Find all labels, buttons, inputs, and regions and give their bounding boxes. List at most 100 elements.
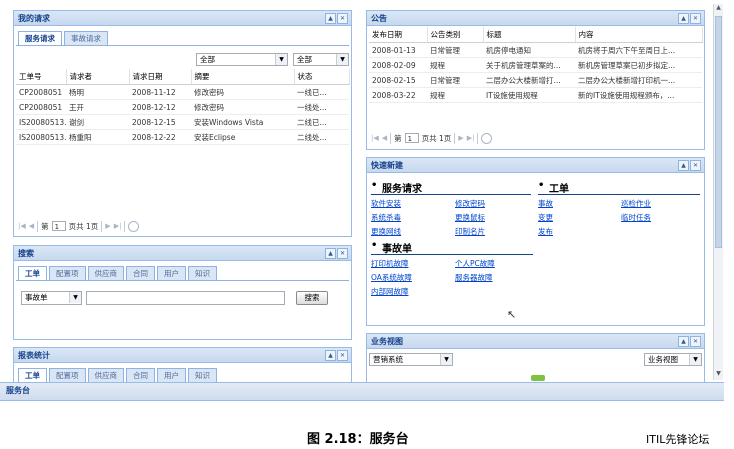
chevron-down-icon[interactable]: ▼: [689, 354, 701, 365]
business-view-panel: 业务视图 ▲ ✕ 营销系统 ▼ 业务视图 ▼: [366, 333, 705, 383]
business-system-select[interactable]: 营销系统 ▼: [369, 353, 453, 366]
page-number-input[interactable]: 1: [404, 133, 419, 143]
tab-knowledge[interactable]: 知识: [188, 266, 217, 280]
close-icon[interactable]: ✕: [690, 336, 701, 347]
column-header[interactable]: 请求日期: [129, 69, 192, 85]
search-button[interactable]: 搜索: [296, 291, 328, 305]
link-change-password[interactable]: 修改密码: [455, 198, 485, 209]
tab-supplier[interactable]: 供应商: [87, 266, 124, 280]
tab-contract[interactable]: 合同: [126, 368, 155, 382]
collapse-icon[interactable]: ▲: [678, 13, 689, 24]
collapse-icon[interactable]: ▲: [325, 13, 336, 24]
table-row[interactable]: 2008-02-15 日常管理 二层办公大楼新增打... 二层办公大楼新增打印机…: [369, 72, 702, 88]
scrollbar-thumb[interactable]: [715, 16, 722, 248]
link-replace-mouse[interactable]: 更换鼠标: [455, 212, 485, 223]
tab-knowledge[interactable]: 知识: [188, 368, 217, 382]
link-software-install[interactable]: 软件安装: [371, 198, 401, 209]
tab-supplier[interactable]: 供应商: [87, 368, 124, 382]
refresh-icon[interactable]: [481, 132, 493, 144]
column-header[interactable]: 内容: [575, 27, 703, 43]
chevron-down-icon[interactable]: ▼: [440, 354, 452, 365]
tab-ticket[interactable]: 工单: [18, 368, 47, 382]
table-row[interactable]: 2008-01-13 日常管理 机房停电通知 机房将于周六下午至周日上...: [369, 42, 702, 58]
first-page-icon[interactable]: |◀: [371, 134, 379, 142]
table-row[interactable]: IS20080513... 谢剑 2008-12-15 安装Windows Vi…: [16, 114, 349, 130]
type-filter-value: 全部: [297, 55, 312, 64]
column-header[interactable]: 状态: [294, 69, 350, 85]
link-replace-cable[interactable]: 更换网线: [371, 226, 401, 237]
close-icon[interactable]: ✕: [337, 350, 348, 361]
figure-caption: 图 2.18：服务台: [307, 432, 409, 447]
table-row[interactable]: CP2008051 杨明 2008-11-12 修改密码 一线已...: [16, 84, 349, 100]
close-icon[interactable]: ✕: [690, 13, 701, 24]
next-page-icon[interactable]: ▶: [458, 134, 463, 142]
chevron-down-icon[interactable]: ▼: [69, 292, 81, 303]
tab-service-desk[interactable]: 服务台: [6, 385, 30, 396]
column-header[interactable]: 发布日期: [369, 27, 428, 43]
link-change[interactable]: 变更: [538, 212, 553, 223]
refresh-icon[interactable]: [128, 220, 140, 232]
tab-config-item[interactable]: 配置项: [49, 368, 86, 382]
type-filter-select[interactable]: 全部 ▼: [293, 53, 349, 66]
page-number-input[interactable]: 1: [51, 221, 66, 231]
prev-page-icon[interactable]: ◀: [382, 134, 387, 142]
tab-service-request[interactable]: 服务请求: [18, 31, 62, 45]
notice-title: 关于机房管理草案的...: [483, 57, 575, 73]
chevron-down-icon[interactable]: ▼: [336, 54, 348, 65]
collapse-icon[interactable]: ▲: [325, 350, 336, 361]
search-input[interactable]: [86, 291, 285, 305]
link-temp-task[interactable]: 临时任务: [621, 212, 651, 223]
status-indicator: [531, 375, 545, 381]
last-page-icon[interactable]: ▶|: [114, 222, 122, 230]
close-icon[interactable]: ✕: [337, 248, 348, 259]
column-header[interactable]: 标题: [483, 27, 576, 43]
reports-header[interactable]: 报表统计 ▲ ✕: [14, 348, 351, 363]
table-row[interactable]: CP2008051 王开 2008-12-12 修改密码 一线处...: [16, 99, 349, 115]
quick-create-header[interactable]: 快速新建 ▲ ✕: [367, 158, 704, 173]
collapse-icon[interactable]: ▲: [678, 160, 689, 171]
tab-user[interactable]: 用户: [157, 266, 186, 280]
ticket-type-select[interactable]: 事故单 ▼: [21, 291, 82, 305]
link-inspection[interactable]: 巡检作业: [621, 198, 651, 209]
first-page-icon[interactable]: |◀: [18, 222, 26, 230]
my-requests-header[interactable]: 我的请求 ▲ ✕: [14, 11, 351, 26]
tab-contract[interactable]: 合同: [126, 266, 155, 280]
collapse-icon[interactable]: ▲: [678, 336, 689, 347]
table-row[interactable]: IS20080513... 杨重阳 2008-12-22 安装Eclipse 二…: [16, 129, 349, 145]
chevron-down-icon[interactable]: ▼: [275, 54, 287, 65]
tab-config-item[interactable]: 配置项: [49, 266, 86, 280]
column-header[interactable]: 请求者: [66, 69, 130, 85]
status-filter-select[interactable]: 全部 ▼: [196, 53, 288, 66]
link-intranet-fault[interactable]: 内部网故障: [371, 286, 409, 297]
prev-page-icon[interactable]: ◀: [29, 222, 34, 230]
link-incident[interactable]: 事故: [538, 198, 553, 209]
close-icon[interactable]: ✕: [337, 13, 348, 24]
next-page-icon[interactable]: ▶: [105, 222, 110, 230]
tab-incident-request[interactable]: 事故请求: [64, 31, 108, 45]
link-print-card[interactable]: 印制名片: [455, 226, 485, 237]
link-oa-fault[interactable]: OA系统故障: [371, 272, 412, 283]
table-row[interactable]: 2008-02-09 规程 关于机房管理草案的... 新机房管理草案已初步拟定.…: [369, 57, 702, 73]
tab-user[interactable]: 用户: [157, 368, 186, 382]
collapse-icon[interactable]: ▲: [325, 248, 336, 259]
column-header[interactable]: 摘要: [191, 69, 295, 85]
view-type-select[interactable]: 业务视图 ▼: [644, 353, 702, 366]
link-server-fault[interactable]: 服务器故障: [455, 272, 493, 283]
search-header[interactable]: 搜索 ▲ ✕: [14, 246, 351, 261]
notices-header[interactable]: 公告 ▲ ✕: [367, 11, 704, 26]
vertical-scrollbar[interactable]: ▲ ▼: [713, 4, 723, 380]
tab-ticket[interactable]: 工单: [18, 266, 47, 280]
link-printer-fault[interactable]: 打印机故障: [371, 258, 409, 269]
scroll-up-icon[interactable]: ▲: [714, 4, 723, 13]
column-header[interactable]: 工单号: [16, 69, 67, 85]
table-row[interactable]: 2008-03-22 规程 IT设施使用规程 新的IT设施使用规程颁布，...: [369, 87, 702, 103]
link-pc-fault[interactable]: 个人PC故障: [455, 258, 495, 269]
business-view-header[interactable]: 业务视图 ▲ ✕: [367, 334, 704, 349]
link-release[interactable]: 发布: [538, 226, 553, 237]
column-header[interactable]: 公告类别: [427, 27, 484, 43]
request-date: 2008-11-12: [129, 84, 191, 100]
scroll-down-icon[interactable]: ▼: [714, 370, 723, 379]
close-icon[interactable]: ✕: [690, 160, 701, 171]
last-page-icon[interactable]: ▶|: [467, 134, 475, 142]
link-virus-scan[interactable]: 系统杀毒: [371, 212, 401, 223]
